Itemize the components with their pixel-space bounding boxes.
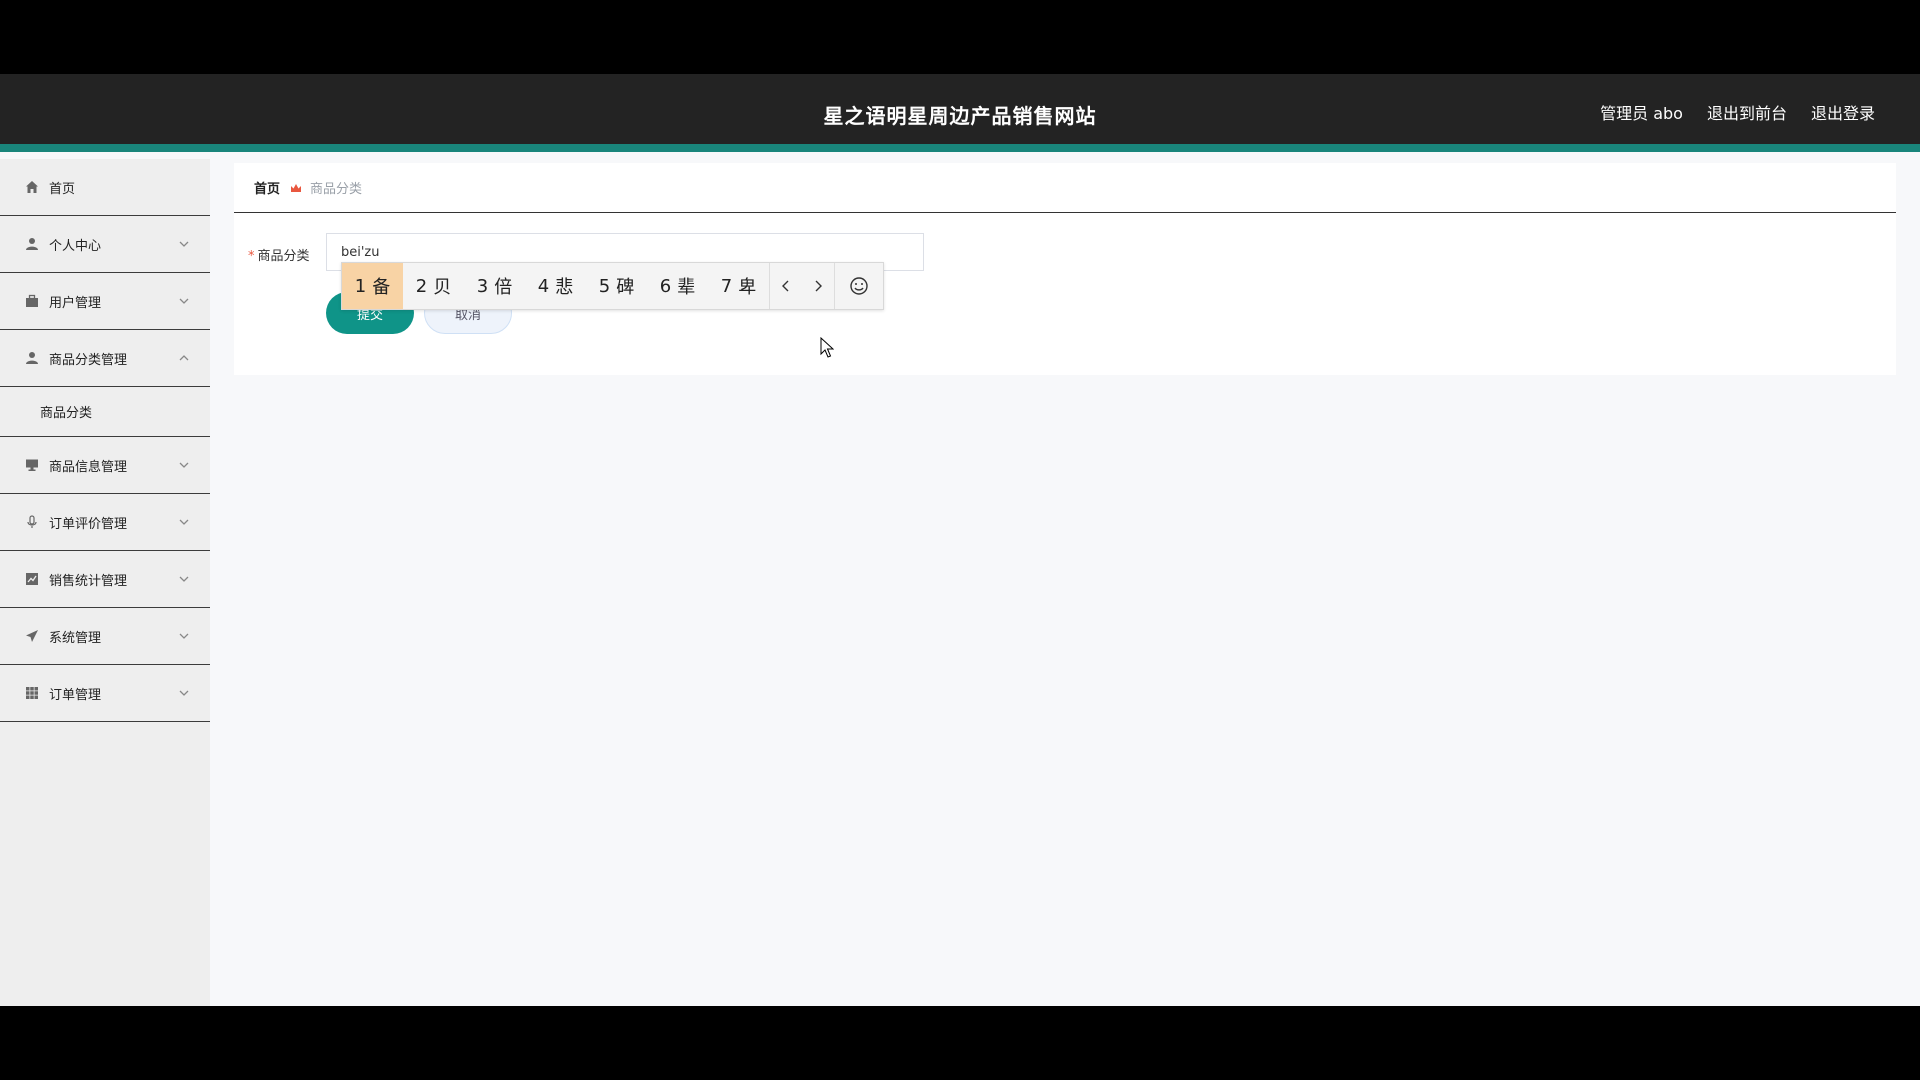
ime-candidate-5[interactable]: 5碑 <box>586 263 647 309</box>
ime-candidate-char: 碑 <box>616 277 635 298</box>
ime-candidate-1[interactable]: 1备 <box>342 263 403 309</box>
admin-user-link[interactable]: 管理员 abo <box>1600 100 1683 124</box>
chevron-down-icon <box>179 519 189 525</box>
ime-prev-page-button[interactable] <box>769 263 802 309</box>
smiley-icon <box>850 277 868 295</box>
sidebar-item-label: 销售统计管理 <box>49 573 128 589</box>
ime-candidate-number: 5 <box>598 275 611 297</box>
header-accent-bar <box>0 144 1920 152</box>
ime-candidate-char: 辈 <box>677 277 696 298</box>
sidebar-item-sales-stats-management[interactable]: 销售统计管理 <box>0 551 210 608</box>
ime-candidate-3[interactable]: 3倍 <box>464 263 525 309</box>
category-field-label: * 商品分类 <box>248 245 310 264</box>
ime-candidate-6[interactable]: 6辈 <box>647 263 708 309</box>
sidebar-item-label: 商品信息管理 <box>49 459 128 475</box>
chevron-down-icon <box>179 576 189 582</box>
ime-candidate-number: 2 <box>415 275 428 297</box>
sidebar-item-system-management[interactable]: 系统管理 <box>0 608 210 665</box>
ime-candidate-number: 3 <box>476 275 489 297</box>
ime-candidate-4[interactable]: 4悲 <box>525 263 586 309</box>
sidebar-item-label: 系统管理 <box>49 630 102 646</box>
sidebar-item-order-management[interactable]: 订单管理 <box>0 665 210 722</box>
home-icon <box>25 180 39 194</box>
sidebar-item-home[interactable]: 首页 <box>0 159 210 216</box>
ime-candidate-bar: 1备 2贝 3倍 4悲 5碑 6辈 7卑 <box>341 262 884 310</box>
sidebar-item-label: 商品分类管理 <box>49 352 128 368</box>
ime-emoji-button[interactable] <box>834 263 883 309</box>
sidebar-item-label: 订单评价管理 <box>49 516 128 532</box>
chevron-up-icon <box>179 355 189 361</box>
logout-link[interactable]: 退出登录 <box>1811 100 1875 124</box>
sidebar-item-label: 首页 <box>49 181 76 197</box>
sidebar-item-order-review-management[interactable]: 订单评价管理 <box>0 494 210 551</box>
chart-icon <box>25 572 39 586</box>
ime-candidate-2[interactable]: 2贝 <box>403 263 464 309</box>
chevron-down-icon <box>179 633 189 639</box>
ime-candidate-number: 4 <box>537 275 550 297</box>
monitor-icon <box>25 458 39 472</box>
sidebar-subitem-label: 商品分类 <box>40 405 93 421</box>
chevron-left-icon <box>782 280 789 292</box>
chevron-down-icon <box>179 241 189 247</box>
ime-candidate-number: 1 <box>354 275 367 297</box>
sidebar-item-label: 个人中心 <box>49 238 102 254</box>
breadcrumb: 首页 商品分类 <box>234 163 1896 213</box>
back-to-frontend-link[interactable]: 退出到前台 <box>1707 100 1787 124</box>
crown-icon <box>291 183 302 192</box>
chevron-down-icon <box>179 298 189 304</box>
mouse-cursor-icon <box>820 337 834 358</box>
app-window: 星之语明星周边产品销售网站 管理员 abo 退出到前台 退出登录 首页 个人中心 <box>0 74 1920 1006</box>
top-header: 星之语明星周边产品销售网站 管理员 abo 退出到前台 退出登录 <box>0 74 1920 152</box>
sidebar: 首页 个人中心 用户管理 商品分类管理 商品分类 商品信息管理 订单评价管理 销… <box>0 159 210 1006</box>
breadcrumb-current: 商品分类 <box>310 182 363 197</box>
sidebar-subitem-category[interactable]: 商品分类 <box>0 386 210 437</box>
user-icon <box>25 351 39 365</box>
ime-candidate-number: 6 <box>659 275 672 297</box>
ime-candidate-char: 备 <box>372 277 391 298</box>
sidebar-item-category-management[interactable]: 商品分类管理 <box>0 330 210 387</box>
sidebar-item-user-management[interactable]: 用户管理 <box>0 273 210 330</box>
ime-candidate-char: 倍 <box>494 277 513 298</box>
ime-next-page-button[interactable] <box>802 263 834 309</box>
chevron-down-icon <box>179 690 189 696</box>
microphone-icon <box>25 515 39 529</box>
ime-candidate-char: 卑 <box>738 277 757 298</box>
chevron-down-icon <box>179 462 189 468</box>
grid-icon <box>25 686 39 700</box>
header-links: 管理员 abo 退出到前台 退出登录 <box>1600 100 1875 124</box>
required-mark: * <box>248 249 255 264</box>
ime-candidate-char: 贝 <box>433 277 452 298</box>
ime-candidate-char: 悲 <box>555 277 574 298</box>
ime-candidate-7[interactable]: 7卑 <box>708 263 769 309</box>
sidebar-item-label: 用户管理 <box>49 295 102 311</box>
user-icon <box>25 237 39 251</box>
breadcrumb-home[interactable]: 首页 <box>254 178 280 197</box>
sidebar-item-product-info-management[interactable]: 商品信息管理 <box>0 437 210 494</box>
category-label-text: 商品分类 <box>257 249 310 264</box>
paper-plane-icon <box>25 629 39 643</box>
chevron-right-icon <box>815 280 822 292</box>
sidebar-item-personal-center[interactable]: 个人中心 <box>0 216 210 273</box>
briefcase-icon <box>25 294 39 308</box>
ime-candidate-number: 7 <box>720 275 733 297</box>
sidebar-item-label: 订单管理 <box>49 687 102 703</box>
